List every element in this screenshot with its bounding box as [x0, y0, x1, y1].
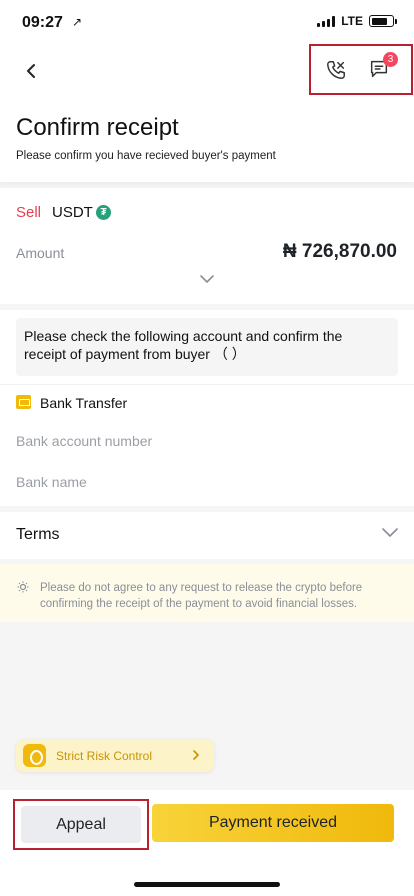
order-summary: Sell USDT ₮ Amount ₦ 726,870.00: [0, 188, 414, 304]
chevron-right-icon: [193, 750, 199, 760]
warning-text: Please do not agree to any request to re…: [40, 582, 363, 610]
account-notice-line1: Please check the following account and c…: [24, 328, 343, 344]
strict-risk-control-button[interactable]: Strict Risk Control: [16, 739, 214, 772]
account-notice: Please check the following account and c…: [16, 318, 398, 376]
nav-bar: 3: [0, 44, 414, 96]
status-indicators: LTE: [317, 14, 397, 28]
payment-received-button[interactable]: Payment received: [152, 804, 394, 842]
signal-icon: [317, 15, 336, 27]
chevron-down-icon: [200, 275, 214, 283]
network-label: LTE: [341, 14, 363, 28]
amount-label: Amount: [16, 245, 65, 261]
terms-row[interactable]: Terms: [0, 512, 414, 559]
chevron-down-icon: [382, 528, 398, 537]
amount-value: ₦ 726,870.00: [282, 241, 397, 262]
home-indicator: [134, 882, 280, 887]
status-bar: 09:27 ↗ LTE: [0, 0, 414, 44]
lightbulb-icon: [17, 581, 29, 593]
risk-control-label: Strict Risk Control: [56, 749, 153, 763]
appeal-button[interactable]: Appeal: [21, 806, 141, 843]
bank-card-icon: [16, 395, 31, 409]
appeal-highlight: Appeal: [13, 799, 149, 850]
call-button[interactable]: [325, 59, 349, 83]
page-title: Confirm receipt: [16, 114, 179, 141]
bank-account-number-label: Bank account number: [16, 433, 153, 449]
action-bar: Appeal Payment received: [0, 790, 414, 896]
page-subtitle: Please confirm you have recieved buyer's…: [16, 150, 276, 162]
location-arrow-icon: ↗: [72, 15, 83, 29]
battery-icon: [369, 15, 397, 27]
account-notice-line2: receipt of payment from buyer （ ）: [24, 346, 246, 362]
back-button[interactable]: [18, 58, 44, 84]
usdt-icon: ₮: [96, 205, 111, 220]
expand-details-button[interactable]: [199, 272, 215, 284]
terms-label: Terms: [16, 526, 60, 543]
chevron-left-icon: [27, 64, 35, 78]
payment-method-label: Bank Transfer: [40, 395, 128, 411]
warning-banner: Please do not agree to any request to re…: [0, 564, 414, 622]
payment-method-card: Bank Transfer Bank account number Bank n…: [0, 384, 414, 506]
chat-badge: 3: [383, 52, 398, 67]
bank-name-label: Bank name: [16, 474, 87, 490]
shield-icon: [23, 744, 46, 767]
page-header: Confirm receipt Please confirm you have …: [0, 96, 414, 182]
phone-icon: [327, 61, 345, 79]
nav-actions-highlight: 3: [309, 44, 413, 95]
status-time: 09:27: [22, 14, 63, 31]
asset-name: USDT: [52, 204, 93, 221]
account-notice-card: Please check the following account and c…: [0, 310, 414, 384]
trade-side: Sell: [16, 204, 42, 221]
